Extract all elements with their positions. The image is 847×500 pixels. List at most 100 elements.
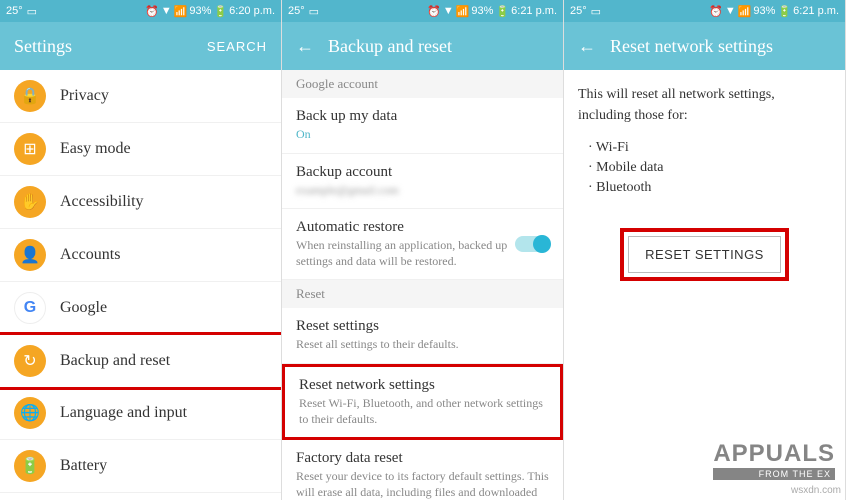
title: Automatic restore — [296, 219, 549, 236]
settings-item-battery[interactable]: 🔋 Battery — [0, 440, 281, 493]
wifi-icon: ▼ — [725, 5, 736, 17]
alarm-icon: ⏰ — [709, 5, 723, 18]
clock-time: 6:21 p.m. — [793, 5, 839, 17]
toggle-switch[interactable] — [515, 236, 549, 252]
header-settings: Settings SEARCH — [0, 22, 281, 70]
back-icon[interactable]: ← — [578, 36, 596, 57]
label: Easy mode — [60, 140, 131, 158]
clock-time: 6:21 p.m. — [511, 5, 557, 17]
label: Battery — [60, 457, 107, 475]
settings-item-accessibility[interactable]: ✋ Accessibility — [0, 176, 281, 229]
sub: Reset all settings to their defaults. — [296, 337, 549, 353]
reset-settings[interactable]: Reset settings Reset all settings to the… — [282, 308, 563, 364]
header-reset-network: ← Reset network settings — [564, 22, 845, 70]
battery-pct: 93% — [189, 5, 211, 17]
settings-item-privacy[interactable]: 🔒 Privacy — [0, 70, 281, 123]
battery-icon: 🔋 — [14, 450, 46, 482]
title: Reset settings — [296, 318, 549, 335]
backup-reset-content: Google account Back up my data On Backup… — [282, 70, 563, 500]
alarm-icon: ⏰ — [427, 5, 441, 18]
search-button[interactable]: SEARCH — [207, 39, 267, 54]
info-text: This will reset all network settings, in… — [564, 70, 845, 140]
signal-icon: 📶 — [738, 5, 752, 18]
appuals-tag: FROM THE EX — [713, 468, 835, 480]
sub: Reset Wi-Fi, Bluetooth, and other networ… — [299, 396, 546, 427]
title: Back up my data — [296, 108, 549, 125]
automatic-restore[interactable]: Automatic restore When reinstalling an a… — [282, 209, 563, 280]
label: Backup and reset — [60, 352, 170, 370]
reset-network-settings[interactable]: Reset network settings Reset Wi-Fi, Blue… — [282, 364, 563, 440]
battery-pct: 93% — [471, 5, 493, 17]
settings-item-accounts[interactable]: 👤 Accounts — [0, 229, 281, 282]
wifi-icon: ▼ — [443, 5, 454, 17]
grid-icon: ⊞ — [14, 133, 46, 165]
reset-network-content: This will reset all network settings, in… — [564, 70, 845, 500]
sub: Reset your device to its factory default… — [296, 469, 549, 500]
appuals-watermark: APPUALS FROM THE EX — [713, 440, 835, 480]
temp-indicator: 25° — [570, 5, 587, 17]
highlight-box: RESET SETTINGS — [620, 228, 789, 281]
sub: When reinstalling an application, backed… — [296, 238, 549, 269]
lock-icon: 🔒 — [14, 80, 46, 112]
temp-indicator: 25° — [6, 5, 23, 17]
globe-icon: 🌐 — [14, 397, 46, 429]
battery-icon: 🔋 — [495, 5, 509, 18]
status-bar: 25° ▭ ⏰ ▼ 📶 93% 🔋 6:21 p.m. — [564, 0, 845, 22]
user-icon: 👤 — [14, 239, 46, 271]
reset-button-wrap: RESET SETTINGS — [564, 214, 845, 295]
factory-data-reset[interactable]: Factory data reset Reset your device to … — [282, 440, 563, 500]
page-title: Settings — [14, 36, 207, 57]
alarm-icon: ⏰ — [145, 5, 159, 18]
wifi-icon: ▼ — [161, 5, 172, 17]
title: Factory data reset — [296, 450, 549, 467]
status-bar: 25° ▭ ⏰ ▼ 📶 93% 🔋 6:20 p.m. — [0, 0, 281, 22]
screenshot-icon: ▭ — [591, 5, 601, 18]
bullet-wifi: · Wi-Fi — [588, 140, 831, 156]
title: Backup account — [296, 164, 549, 181]
settings-item-backup-reset[interactable]: ↻ Backup and reset — [0, 332, 281, 390]
screen-reset-network: 25° ▭ ⏰ ▼ 📶 93% 🔋 6:21 p.m. ← Reset netw… — [564, 0, 846, 500]
header-backup-reset: ← Backup and reset — [282, 22, 563, 70]
status-bar: 25° ▭ ⏰ ▼ 📶 93% 🔋 6:21 p.m. — [282, 0, 563, 22]
watermark: wsxdn.com — [791, 485, 841, 496]
label: Accessibility — [60, 193, 144, 211]
google-icon: G — [14, 292, 46, 324]
hand-icon: ✋ — [14, 186, 46, 218]
battery-icon: 🔋 — [213, 5, 227, 18]
bullet-bluetooth: · Bluetooth — [588, 180, 831, 196]
screen-settings: 25° ▭ ⏰ ▼ 📶 93% 🔋 6:20 p.m. Settings SEA… — [0, 0, 282, 500]
page-title: Reset network settings — [610, 36, 831, 57]
backup-my-data[interactable]: Back up my data On — [282, 98, 563, 154]
temp-indicator: 25° — [288, 5, 305, 17]
label: Privacy — [60, 87, 109, 105]
signal-icon: 📶 — [456, 5, 470, 18]
settings-item-google[interactable]: G Google — [0, 282, 281, 335]
settings-item-storage[interactable]: ▭ Storage — [0, 493, 281, 500]
section-reset: Reset — [282, 280, 563, 308]
page-title: Backup and reset — [328, 36, 549, 57]
screen-backup-reset: 25° ▭ ⏰ ▼ 📶 93% 🔋 6:21 p.m. ← Backup and… — [282, 0, 564, 500]
reset-settings-button[interactable]: RESET SETTINGS — [628, 236, 781, 273]
bullet-mobile-data: · Mobile data — [588, 160, 831, 176]
bullet-list: · Wi-Fi · Mobile data · Bluetooth — [564, 140, 845, 214]
title: Reset network settings — [299, 377, 546, 394]
label: Language and input — [60, 404, 187, 422]
label: Google — [60, 299, 107, 317]
section-google-account: Google account — [282, 70, 563, 98]
settings-list: 🔒 Privacy ⊞ Easy mode ✋ Accessibility 👤 … — [0, 70, 281, 500]
clock-time: 6:20 p.m. — [229, 5, 275, 17]
settings-item-easy-mode[interactable]: ⊞ Easy mode — [0, 123, 281, 176]
sub: example@gmail.com — [296, 183, 549, 199]
signal-icon: 📶 — [174, 5, 188, 18]
sub: On — [296, 127, 549, 143]
settings-item-language[interactable]: 🌐 Language and input — [0, 387, 281, 440]
reset-icon: ↻ — [14, 345, 46, 377]
battery-pct: 93% — [753, 5, 775, 17]
screenshot-icon: ▭ — [309, 5, 319, 18]
appuals-logo: APPUALS — [713, 440, 835, 468]
backup-account[interactable]: Backup account example@gmail.com — [282, 154, 563, 210]
battery-icon: 🔋 — [777, 5, 791, 18]
back-icon[interactable]: ← — [296, 36, 314, 57]
screenshot-icon: ▭ — [27, 5, 37, 18]
label: Accounts — [60, 246, 120, 264]
